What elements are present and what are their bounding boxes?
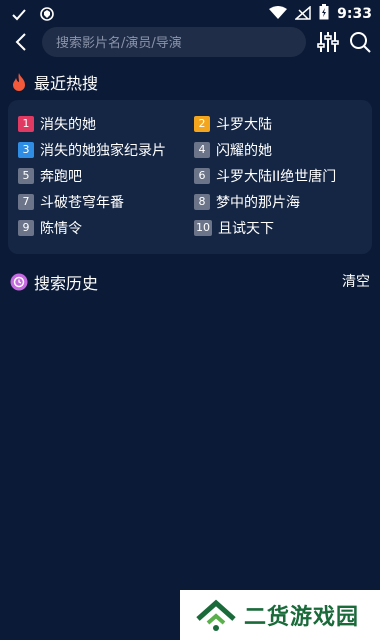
hot-item-8[interactable]: 8 梦中的那片海	[194, 192, 300, 212]
search-row	[0, 26, 380, 59]
watermark-logo-icon	[196, 599, 236, 631]
search-box[interactable]	[42, 27, 306, 59]
status-time: 9:33	[337, 6, 372, 22]
rank-badge: 9	[18, 220, 34, 236]
battery-icon	[319, 4, 329, 24]
hot-search-header: 最近热搜	[10, 70, 98, 94]
hot-item-label: 斗破苍穹年番	[40, 195, 124, 211]
rank-badge: 8	[194, 194, 210, 210]
watermark-text: 二货游戏园	[244, 605, 360, 630]
search-history-title: 搜索历史	[34, 274, 99, 293]
rank-badge: 3	[18, 142, 34, 158]
search-icon	[350, 32, 371, 53]
hot-search-title: 最近热搜	[34, 74, 99, 93]
hot-item-label: 斗罗大陆	[216, 117, 272, 133]
hot-item-label: 梦中的那片海	[216, 195, 300, 211]
check-icon	[12, 6, 26, 25]
hot-item-10[interactable]: 10 且试天下	[194, 218, 274, 238]
wifi-icon	[269, 5, 288, 24]
hot-item-4[interactable]: 4 闪耀的她	[194, 140, 272, 160]
clear-history-button[interactable]: 清空	[342, 271, 370, 291]
shield-icon	[40, 6, 54, 25]
hot-item-label: 闪耀的她	[216, 143, 272, 159]
no-signal-icon	[294, 4, 311, 24]
hot-item-3[interactable]: 3 消失的她独家纪录片	[18, 140, 166, 160]
flame-icon	[13, 73, 25, 91]
hot-item-label: 消失的她独家纪录片	[40, 143, 166, 159]
back-button[interactable]	[12, 30, 32, 54]
hot-item-label: 奔跑吧	[40, 169, 82, 185]
status-bar: 9:33	[0, 0, 380, 26]
filter-button[interactable]	[316, 30, 340, 54]
rank-badge: 1	[18, 116, 34, 132]
hot-item-label: 消失的她	[40, 117, 96, 133]
hot-item-7[interactable]: 7 斗破苍穹年番	[18, 192, 124, 212]
hot-item-1[interactable]: 1 消失的她	[18, 114, 96, 134]
hot-item-label: 斗罗大陆II绝世唐门	[216, 169, 337, 185]
search-history-header: 搜索历史	[10, 270, 98, 294]
hot-item-2[interactable]: 2 斗罗大陆	[194, 114, 272, 134]
hot-item-label: 且试天下	[218, 221, 274, 237]
rank-badge: 10	[194, 220, 212, 236]
hot-item-5[interactable]: 5 奔跑吧	[18, 166, 82, 186]
rank-badge: 5	[18, 168, 34, 184]
rank-badge: 6	[194, 168, 210, 184]
hot-search-list: 1 消失的她 2 斗罗大陆 3 消失的她独家纪录片 4 闪耀的她 5 奔跑吧 6…	[8, 100, 372, 254]
sliders-icon	[317, 32, 339, 52]
history-icon	[10, 273, 28, 291]
hot-item-label: 陈情令	[40, 221, 82, 237]
chevron-left-icon	[15, 33, 26, 51]
watermark: 二货游戏园	[180, 590, 380, 640]
search-button[interactable]	[348, 30, 372, 54]
rank-badge: 7	[18, 194, 34, 210]
search-input[interactable]	[54, 27, 298, 59]
hot-item-6[interactable]: 6 斗罗大陆II绝世唐门	[194, 166, 336, 186]
rank-badge: 4	[194, 142, 210, 158]
hot-item-9[interactable]: 9 陈情令	[18, 218, 82, 238]
rank-badge: 2	[194, 116, 210, 132]
